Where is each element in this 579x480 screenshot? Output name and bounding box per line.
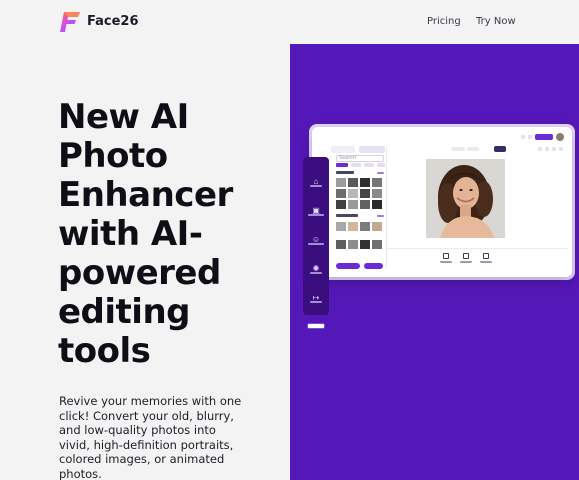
- preview-portrait-image: [426, 159, 505, 238]
- preview-category-tab: [377, 163, 385, 167]
- preview-toolbar-divider: [386, 248, 568, 249]
- preview-save-button: [494, 146, 506, 152]
- landing-page: Face26 Pricing Try Now New AI Photo Enha…: [0, 0, 579, 480]
- preview-thumb: [348, 240, 358, 249]
- rail-label: [308, 214, 324, 216]
- preview-section-title: [336, 171, 354, 174]
- preview-thumb: [360, 200, 370, 209]
- nav-link-pricing[interactable]: Pricing: [427, 16, 461, 27]
- face26-logo-icon[interactable]: [59, 10, 81, 34]
- preview-credits-badge: [535, 134, 553, 140]
- preview-ctrl-dot: [559, 147, 563, 151]
- toolbar-label: [480, 261, 492, 263]
- preview-see-all: [377, 172, 384, 174]
- nav-link-try-now[interactable]: Try Now: [476, 16, 516, 27]
- rail-label: [310, 301, 322, 303]
- preview-thumb: [336, 178, 346, 187]
- site-header: Face26 Pricing Try Now: [0, 0, 579, 44]
- preview-thumb: [336, 240, 346, 249]
- headline-line: Enhancer: [58, 175, 233, 215]
- headline-line: powered: [58, 253, 221, 293]
- rail-label: [308, 243, 324, 245]
- toolbar-label: [440, 261, 452, 263]
- animate-icon: [483, 253, 489, 259]
- preview-thumb: [348, 222, 358, 231]
- preview-top-tab: [359, 146, 385, 153]
- preview-thumb: [360, 189, 370, 198]
- description-line: Revive your memories with one: [59, 394, 242, 408]
- preview-thumb: [360, 178, 370, 187]
- preview-thumb: [372, 189, 382, 198]
- preview-see-all: [377, 215, 384, 217]
- preview-thumb: [360, 222, 370, 231]
- preview-thumb: [372, 178, 382, 187]
- preview-ctrl-dot: [528, 135, 532, 139]
- preview-avatar: [556, 133, 564, 141]
- preview-thumb: [336, 222, 346, 231]
- preview-thumb: [372, 200, 382, 209]
- preview-ctrl-dot: [545, 147, 549, 151]
- hero-headline: New AI Photo Enhancer with AI- powered e…: [58, 98, 288, 371]
- preview-ctrl-dot: [552, 147, 556, 151]
- preview-top-tab: [331, 146, 355, 153]
- colorize-icon: [463, 253, 469, 259]
- headline-line: with AI-: [58, 214, 203, 254]
- brand-name[interactable]: Face26: [87, 14, 139, 29]
- preview-import-button: [336, 263, 360, 269]
- description-line: click! Convert your old, blurry,: [59, 408, 234, 423]
- rail-label: [310, 185, 322, 187]
- preview-search-input: Search: [336, 155, 384, 162]
- headline-line: tools: [58, 331, 151, 371]
- preview-ctrl-dot: [538, 147, 542, 151]
- description-line: and low-quality photos into: [59, 423, 216, 437]
- headline-line: Photo: [58, 136, 168, 176]
- preview-divider: [386, 148, 387, 268]
- toolbar-label: [460, 261, 472, 263]
- enhance-icon: [443, 253, 449, 259]
- hero-description: Revive your memories with one click! Con…: [59, 394, 259, 480]
- preview-category-tab: [336, 163, 348, 167]
- preview-section-title: [336, 214, 358, 217]
- description-line: vivid, high-definition portraits,: [59, 437, 234, 452]
- preview-category-tab: [351, 163, 361, 167]
- preview-thumb: [348, 178, 358, 187]
- rail-label: [310, 272, 322, 274]
- preview-ctrl-dot: [521, 135, 525, 139]
- preview-thumb: [360, 240, 370, 249]
- headline-line: New AI: [58, 97, 189, 137]
- preview-top-control: [451, 147, 465, 151]
- preview-upgrade-button: [307, 323, 325, 329]
- preview-try-button: [364, 263, 383, 269]
- preview-top-control: [467, 147, 479, 151]
- preview-thumb: [336, 200, 346, 209]
- description-line: photos.: [59, 466, 102, 480]
- headline-line: editing: [58, 292, 191, 332]
- preview-thumb: [348, 200, 358, 209]
- preview-thumb: [372, 240, 382, 249]
- preview-thumb: [372, 222, 382, 231]
- preview-thumb: [348, 189, 358, 198]
- preview-thumb: [336, 189, 346, 198]
- preview-category-tab: [364, 163, 374, 167]
- description-line: colored images, or animated: [59, 452, 225, 466]
